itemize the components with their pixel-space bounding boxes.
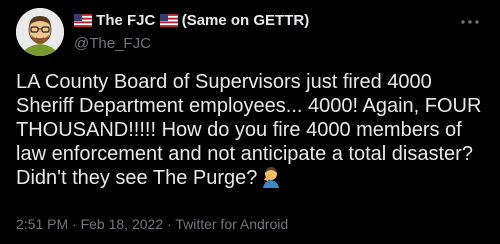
avatar[interactable] bbox=[16, 8, 64, 56]
tweet-date[interactable]: Feb 18, 2022 bbox=[81, 216, 164, 232]
author-names: The FJC (Same on GETTR) @The_FJC bbox=[74, 11, 309, 54]
tweet-source[interactable]: Twitter for Android bbox=[175, 216, 288, 232]
cartoon-avatar-icon bbox=[16, 8, 64, 56]
tweet-text: LA County Board of Supervisors just fire… bbox=[16, 70, 486, 194]
meta-separator: · bbox=[167, 216, 172, 232]
tweet-text-content: LA County Board of Supervisors just fire… bbox=[16, 71, 482, 189]
us-flag-icon bbox=[74, 13, 92, 33]
display-name-text: The FJC bbox=[96, 12, 156, 29]
display-name-suffix: (Same on GETTR) bbox=[181, 12, 310, 29]
display-name[interactable]: The FJC (Same on GETTR) bbox=[74, 11, 309, 33]
meta-separator: · bbox=[72, 216, 77, 232]
more-options-icon[interactable] bbox=[460, 12, 480, 32]
tweet-header: The FJC (Same on GETTR) @The_FJC bbox=[16, 8, 484, 56]
tweet-meta: 2:51 PM · Feb 18, 2022 · Twitter for And… bbox=[16, 215, 484, 233]
man-facepalming-emoji-icon bbox=[261, 166, 281, 194]
tweet-time[interactable]: 2:51 PM bbox=[16, 216, 68, 232]
us-flag-icon bbox=[159, 13, 178, 33]
user-handle[interactable]: @The_FJC bbox=[74, 34, 309, 54]
tweet-card: The FJC (Same on GETTR) @The_FJC LA Coun… bbox=[0, 0, 500, 244]
